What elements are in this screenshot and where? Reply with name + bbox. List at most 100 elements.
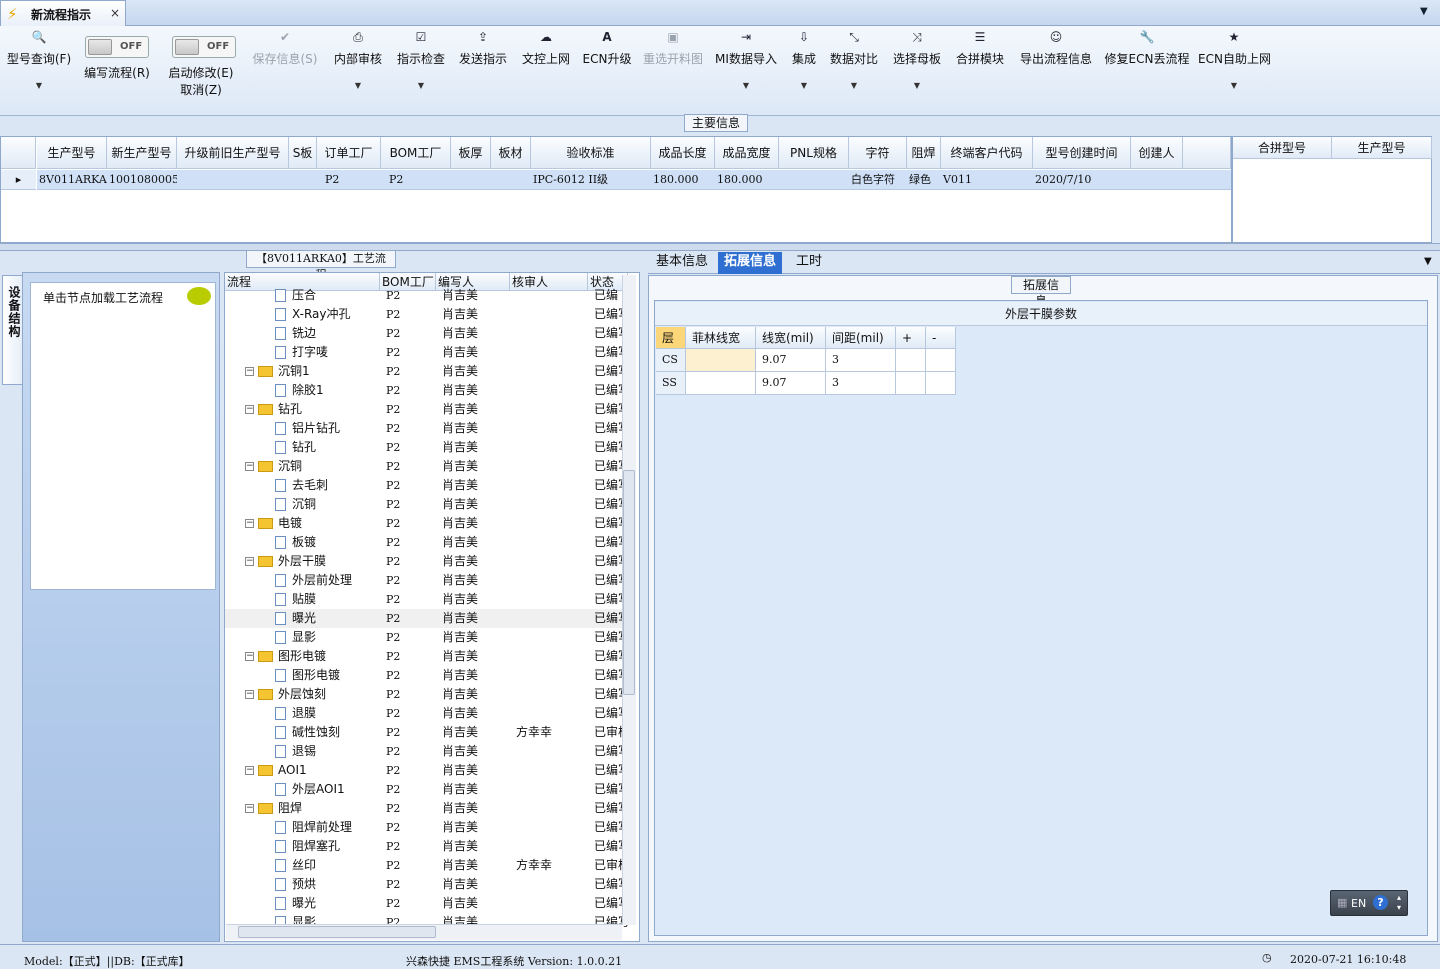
main-row-cell[interactable]: 绿色 xyxy=(907,170,941,190)
param-col-header[interactable]: - xyxy=(926,327,956,349)
tree-row[interactable]: 曝光 P2 肖吉美 已编写 xyxy=(225,894,628,913)
main-row-cell[interactable]: IPC-6012 II级 xyxy=(531,170,651,190)
tree-row[interactable]: − 外层蚀刻 P2 肖吉美 已编写 xyxy=(225,685,628,704)
data-compare-button[interactable]: ⤡ 数据对比 ▼ xyxy=(826,26,882,114)
param-cell[interactable]: CS xyxy=(656,349,686,372)
collapse-toggle-icon[interactable]: − xyxy=(245,804,254,813)
main-col-header[interactable]: 创建人 xyxy=(1131,137,1183,169)
param-cell[interactable] xyxy=(686,372,756,395)
tab-menu-chevron-icon[interactable]: ▼ xyxy=(1420,6,1428,17)
send-instruction-button[interactable]: ⇪ 发送指示 xyxy=(455,26,511,114)
dropdown-arrow-icon[interactable]: ▼ xyxy=(712,81,780,90)
start-modify-toggle[interactable]: OFF 启动修改(E) 取消(Z) xyxy=(164,26,238,114)
dropdown-arrow-icon[interactable]: ▼ xyxy=(826,81,882,90)
language-menu-icon[interactable]: ▴ ▾ xyxy=(1397,893,1401,913)
internal-review-button[interactable]: ⎙ 内部审核 ▼ xyxy=(330,26,386,114)
tree-row[interactable]: 贴膜 P2 肖吉美 已编写 xyxy=(225,590,628,609)
dropdown-arrow-icon[interactable]: ▼ xyxy=(1198,81,1270,90)
close-tab-icon[interactable]: × xyxy=(110,6,120,20)
tab-work-hours[interactable]: 工时 xyxy=(790,252,828,274)
doc-control-online-button[interactable]: ☁ 文控上网 xyxy=(518,26,574,114)
main-row-cell[interactable] xyxy=(1131,170,1183,190)
tree-row[interactable]: 外层前处理 P2 肖吉美 已编写 xyxy=(225,571,628,590)
collapse-toggle-icon[interactable]: − xyxy=(245,405,254,414)
dropdown-arrow-icon[interactable]: ▼ xyxy=(786,81,822,90)
param-cell[interactable]: 3 xyxy=(826,372,896,395)
tree-row[interactable]: − 电镀 P2 肖吉美 已编写 xyxy=(225,514,628,533)
tree-horizontal-scroll-thumb[interactable] xyxy=(238,926,436,938)
integrate-button[interactable]: ⇩ 集成 ▼ xyxy=(786,26,822,114)
tree-row[interactable]: 阻焊塞孔 P2 肖吉美 已编写 xyxy=(225,837,628,856)
write-process-switch[interactable]: OFF xyxy=(85,36,149,58)
tree-row[interactable]: − 沉铜1 P2 肖吉美 已编写 xyxy=(225,362,628,381)
ecn-self-online-button[interactable]: ★ ECN自助上网 ▼ xyxy=(1198,26,1271,114)
tree-row[interactable]: 去毛刺 P2 肖吉美 已编写 xyxy=(225,476,628,495)
tab-basic-info[interactable]: 基本信息 xyxy=(650,252,714,274)
dropdown-arrow-icon[interactable]: ▼ xyxy=(330,81,386,90)
main-col-header[interactable]: 新生产型号 xyxy=(107,137,177,169)
collapse-toggle-icon[interactable]: − xyxy=(245,367,254,376)
main-row-cell[interactable]: P2 xyxy=(317,170,381,190)
param-cell[interactable] xyxy=(896,372,926,395)
main-row-cell[interactable] xyxy=(779,170,849,190)
main-row-cell[interactable]: 10010800052551 xyxy=(107,170,177,190)
tree-row[interactable]: 丝印 P2 肖吉美 方幸幸 已审核 xyxy=(225,856,628,875)
document-tab[interactable]: ⚡ 新流程指示 × xyxy=(0,0,126,26)
select-mother-board-button[interactable]: ⤨ 选择母板 ▼ xyxy=(889,26,945,114)
tree-row[interactable]: 碱性蚀刻 P2 肖吉美 方幸幸 已审核 xyxy=(225,723,628,742)
collapse-toggle-icon[interactable]: − xyxy=(245,462,254,471)
tree-row[interactable]: − 钻孔 P2 肖吉美 已编写 xyxy=(225,400,628,419)
main-row-cell[interactable]: 8V011ARKA0 xyxy=(37,170,107,190)
save-info-button[interactable]: ✔ 保存信息(S) xyxy=(248,26,322,114)
main-row-cell[interactable]: 180.000 xyxy=(715,170,779,190)
tree-row[interactable]: 钻孔 P2 肖吉美 已编写 xyxy=(225,438,628,457)
main-col-header[interactable]: 阻焊 xyxy=(907,137,941,169)
language-switcher[interactable]: ▦ EN ? ▴ ▾ xyxy=(1330,890,1408,916)
tab-extended-info[interactable]: 拓展信息 xyxy=(718,252,783,274)
collapse-toggle-icon[interactable]: − xyxy=(245,652,254,661)
main-row-cell[interactable] xyxy=(177,170,289,190)
dropdown-arrow-icon[interactable]: ▼ xyxy=(393,81,449,90)
merge-module-button[interactable]: ☰ 合拼模块 xyxy=(952,26,1008,114)
tree-row[interactable]: 铝片钻孔 P2 肖吉美 已编写 xyxy=(225,419,628,438)
equipment-structure-tab[interactable]: 设备结构 xyxy=(2,275,24,385)
tree-row[interactable]: X-Ray冲孔 P2 肖吉美 已编写 xyxy=(225,305,628,324)
tree-row[interactable]: 曝光 P2 肖吉美 已编写 xyxy=(225,609,628,628)
tree-row[interactable]: − 外层干膜 P2 肖吉美 已编写 xyxy=(225,552,628,571)
param-cell[interactable] xyxy=(926,349,956,372)
merge-model-header[interactable]: 合拼型号 xyxy=(1233,137,1332,159)
main-row-cell[interactable]: 180.000 xyxy=(651,170,715,190)
ecn-upgrade-button[interactable]: A ECN升级 xyxy=(580,26,634,114)
model-query-button[interactable]: 🔍 型号查询(F) ▼ xyxy=(2,26,76,114)
tree-row[interactable]: 退锡 P2 肖吉美 已编写 xyxy=(225,742,628,761)
collapse-toggle-icon[interactable]: − xyxy=(245,766,254,775)
repair-ecn-lost-process-button[interactable]: 🔧 修复ECN丢流程 xyxy=(1102,26,1192,114)
collapse-toggle-icon[interactable]: − xyxy=(245,557,254,566)
export-process-info-button[interactable]: ☺ 导出流程信息 xyxy=(1015,26,1097,114)
param-cell[interactable]: 9.07 xyxy=(756,372,826,395)
param-cell[interactable] xyxy=(926,372,956,395)
tree-row[interactable]: 退膜 P2 肖吉美 已编写 xyxy=(225,704,628,723)
merge-production-model-header[interactable]: 生产型号 xyxy=(1332,137,1432,159)
main-col-header[interactable]: BOM工厂 xyxy=(381,137,451,169)
tree-row[interactable]: − 沉铜 P2 肖吉美 已编写 xyxy=(225,457,628,476)
main-col-header[interactable]: 终端客户代码 xyxy=(941,137,1033,169)
tree-row[interactable]: 铣边 P2 肖吉美 已编写 xyxy=(225,324,628,343)
param-cell[interactable]: 3 xyxy=(826,349,896,372)
main-col-header[interactable]: PNL规格 xyxy=(779,137,849,169)
main-col-header[interactable]: S板 xyxy=(289,137,317,169)
main-col-header[interactable]: 升级前旧生产型号 xyxy=(177,137,289,169)
tree-row[interactable]: 板镀 P2 肖吉美 已编写 xyxy=(225,533,628,552)
main-col-header[interactable]: 板材 xyxy=(491,137,531,169)
tree-row[interactable]: 图形电镀 P2 肖吉美 已编写 xyxy=(225,666,628,685)
tree-row[interactable]: 显影 P2 肖吉美 已编写 xyxy=(225,628,628,647)
main-row-cell[interactable] xyxy=(491,170,531,190)
reselect-cutting-map-button[interactable]: ▣ 重选开料图 xyxy=(640,26,706,114)
tree-row[interactable]: 阻焊前处理 P2 肖吉美 已编写 xyxy=(225,818,628,837)
cancel-button[interactable]: 取消(Z) xyxy=(164,81,238,98)
main-row-cell[interactable]: V011 xyxy=(941,170,1033,190)
param-cell[interactable] xyxy=(686,349,756,372)
tree-row[interactable]: 沉铜 P2 肖吉美 已编写 xyxy=(225,495,628,514)
main-col-header[interactable]: 型号创建时间 xyxy=(1033,137,1131,169)
main-col-header[interactable]: 成品宽度 xyxy=(715,137,779,169)
